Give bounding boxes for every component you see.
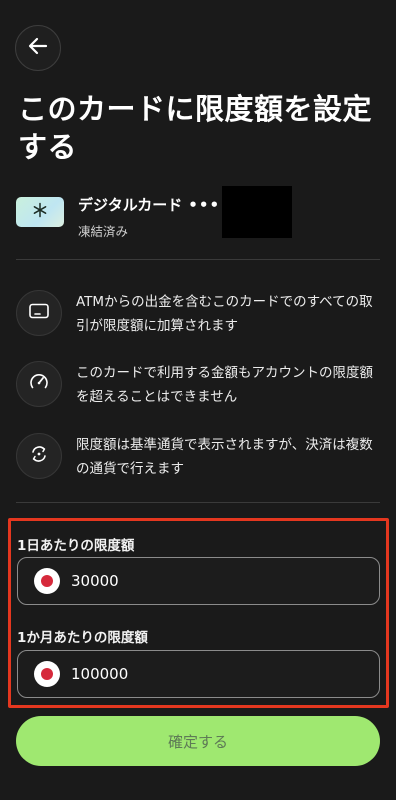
confirm-button[interactable]: 確定する [16, 716, 380, 766]
daily-limit-field[interactable]: 30000 [17, 557, 380, 605]
card-outline-icon [29, 303, 49, 323]
daily-limit-label: 1日あたりの限度額 [17, 538, 135, 554]
card-name-label: デジタルカード [78, 196, 183, 214]
info-icon-wrap [16, 433, 62, 479]
card-limit-screen: このカードに限度額を設定する デジタルカード •••• 凍結済み ATMからの出… [0, 0, 396, 800]
daily-limit-value[interactable]: 30000 [71, 572, 119, 590]
arrow-left-icon [27, 35, 49, 61]
card-name: デジタルカード •••• [78, 194, 231, 215]
card-status: 凍結済み [78, 224, 129, 239]
confirm-button-label: 確定する [167, 732, 228, 751]
divider [16, 259, 380, 260]
info-icon-wrap [16, 290, 62, 336]
info-icon-wrap [16, 361, 62, 407]
currency-exchange-icon [29, 444, 49, 468]
speedometer-icon [29, 372, 49, 396]
monthly-limit-field[interactable]: 100000 [17, 650, 380, 698]
info-text: このカードで利用する金額もアカウントの限度額を超えることはできません [76, 365, 373, 405]
snowflake-icon [32, 202, 48, 222]
monthly-limit-label: 1か月あたりの限度額 [17, 630, 148, 646]
card-thumbnail [16, 197, 64, 227]
card-summary: デジタルカード •••• 凍結済み [16, 186, 380, 240]
redacted-area [222, 186, 292, 238]
divider [16, 502, 380, 503]
monthly-limit-value[interactable]: 100000 [71, 665, 128, 683]
japan-flag-icon [34, 661, 60, 687]
info-text: 限度額は基準通貨で表示されますが、決済は複数の通貨で行えます [76, 437, 373, 477]
info-text: ATMからの出金を含むこのカードでのすべての取引が限度額に加算されます [76, 294, 373, 334]
back-button[interactable] [15, 25, 61, 71]
page-title: このカードに限度額を設定する [18, 92, 373, 164]
japan-flag-icon [34, 568, 60, 594]
